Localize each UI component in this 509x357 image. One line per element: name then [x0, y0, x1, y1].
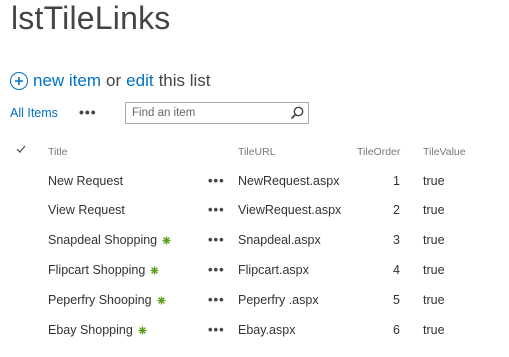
- or-text: or: [106, 71, 122, 90]
- tileorder-cell: 3: [393, 233, 400, 247]
- page-title: lstTileLinks: [11, 0, 171, 36]
- item-ellipsis-menu[interactable]: •••: [208, 315, 225, 345]
- views-more-ellipsis[interactable]: •••: [79, 104, 97, 120]
- table-row[interactable]: Flipcart Shopping ••• Flipcart.aspx 4 true: [0, 255, 509, 285]
- title-cell: View Request: [48, 195, 125, 225]
- tilevalue-cell: true: [423, 203, 445, 217]
- title-cell: Flipcart Shopping: [48, 255, 159, 285]
- new-sparkle-icon: [138, 325, 147, 335]
- tileorder-cell: 4: [393, 263, 400, 277]
- item-ellipsis-menu[interactable]: •••: [208, 166, 225, 196]
- this-list-text: this list: [158, 71, 211, 90]
- tileurl-cell: Ebay.aspx: [238, 323, 296, 337]
- tilevalue-cell: true: [423, 263, 445, 277]
- title-cell: Snapdeal Shopping: [48, 225, 171, 255]
- item-title-link[interactable]: View Request: [48, 195, 125, 225]
- edit-link[interactable]: edit: [126, 71, 153, 91]
- tileurl-cell: Peperfry .aspx: [238, 293, 319, 307]
- tileorder-cell: 6: [393, 323, 400, 337]
- item-title-link[interactable]: Snapdeal Shopping: [48, 225, 157, 255]
- magnifier-icon[interactable]: [289, 105, 305, 121]
- table-row[interactable]: Snapdeal Shopping ••• Snapdeal.aspx 3 true: [0, 225, 509, 255]
- tileorder-cell: 5: [393, 293, 400, 307]
- tileurl-cell: Snapdeal.aspx: [238, 233, 321, 247]
- tilevalue-cell: true: [423, 323, 445, 337]
- search-box: [125, 102, 309, 124]
- tileorder-cell: 1: [393, 174, 400, 188]
- tileorder-cell: 2: [393, 203, 400, 217]
- table-row[interactable]: Ebay Shopping ••• Ebay.aspx 6 true: [0, 315, 509, 345]
- item-title-link[interactable]: Flipcart Shopping: [48, 255, 145, 285]
- column-header-tileurl[interactable]: TileURL: [238, 146, 276, 158]
- title-cell: Peperfry Shooping: [48, 285, 166, 315]
- column-header-tilevalue[interactable]: TileValue: [423, 146, 466, 158]
- new-sparkle-icon: [156, 295, 166, 305]
- new-sparkle-icon: [162, 235, 171, 245]
- search-input[interactable]: [126, 103, 292, 123]
- tileurl-cell: Flipcart.aspx: [238, 263, 309, 277]
- view-all-items[interactable]: All Items: [10, 106, 58, 120]
- table-row[interactable]: Peperfry Shooping ••• Peperfry .aspx 5 true: [0, 285, 509, 315]
- command-bar: new item or edit this list: [10, 69, 211, 93]
- checkmark-icon[interactable]: [16, 144, 26, 154]
- tileurl-cell: ViewRequest.aspx: [238, 203, 342, 217]
- table-row[interactable]: View Request ••• ViewRequest.aspx 2 true: [0, 195, 509, 225]
- tilevalue-cell: true: [423, 174, 445, 188]
- table-row[interactable]: New Request ••• NewRequest.aspx 1 true: [0, 166, 509, 196]
- tilevalue-cell: true: [423, 233, 445, 247]
- item-title-link[interactable]: New Request: [48, 166, 123, 196]
- column-header-tileorder[interactable]: TileOrder: [357, 146, 400, 158]
- new-sparkle-icon: [150, 265, 159, 275]
- tilevalue-cell: true: [423, 293, 445, 307]
- title-cell: New Request: [48, 166, 123, 196]
- plus-circle-icon[interactable]: [10, 72, 28, 90]
- column-header-title[interactable]: Title: [48, 146, 67, 158]
- item-ellipsis-menu[interactable]: •••: [208, 285, 225, 315]
- tileurl-cell: NewRequest.aspx: [238, 174, 340, 188]
- item-title-link[interactable]: Peperfry Shooping: [48, 285, 152, 315]
- item-ellipsis-menu[interactable]: •••: [208, 225, 225, 255]
- item-ellipsis-menu[interactable]: •••: [208, 255, 225, 285]
- new-item-link[interactable]: new item: [33, 71, 101, 91]
- title-cell: Ebay Shopping: [48, 315, 147, 345]
- item-ellipsis-menu[interactable]: •••: [208, 195, 225, 225]
- item-title-link[interactable]: Ebay Shopping: [48, 315, 133, 345]
